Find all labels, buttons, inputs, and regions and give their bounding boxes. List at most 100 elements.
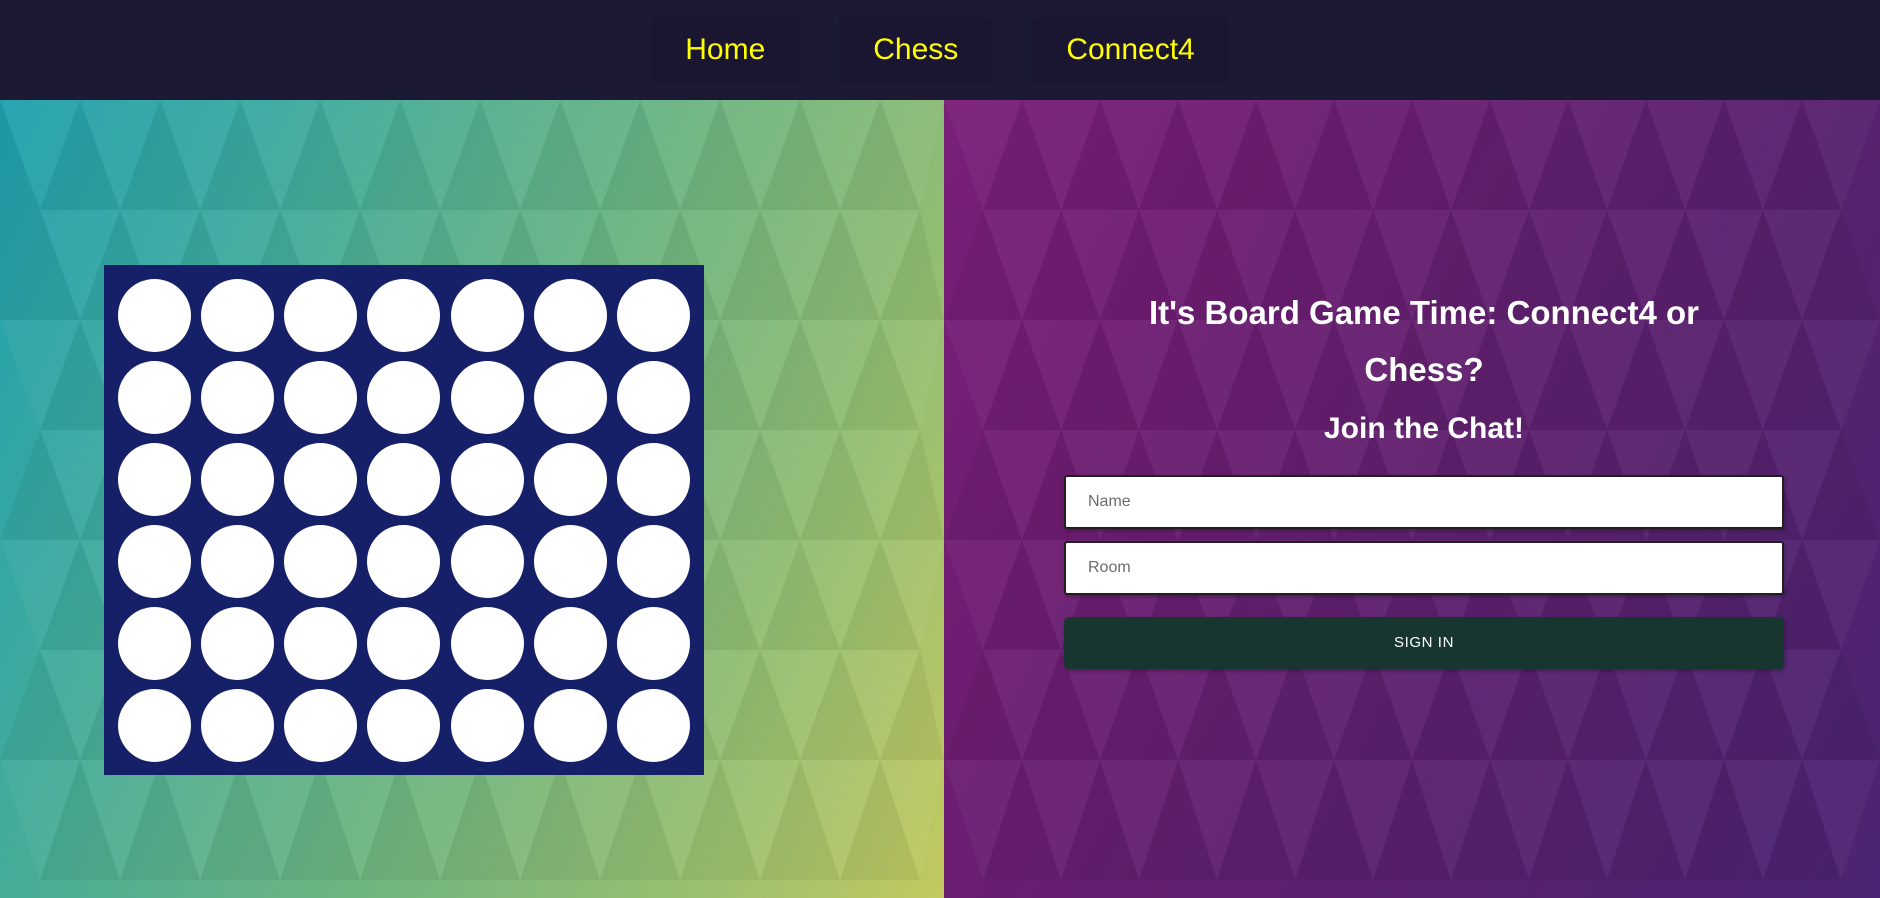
board-disc-empty [616, 688, 690, 762]
board-disc-empty [284, 688, 358, 762]
board-cell-r0-c0[interactable] [113, 274, 196, 356]
right-join-panel: It's Board Game Time: Connect4 or Chess?… [944, 100, 1880, 898]
left-game-panel [0, 100, 944, 898]
nav-item-home[interactable]: Home [651, 17, 800, 83]
board-cell-r5-c4[interactable] [446, 684, 529, 766]
board-cell-r3-c5[interactable] [529, 520, 612, 602]
board-disc-empty [533, 442, 607, 516]
board-cell-r1-c2[interactable] [279, 356, 362, 438]
board-cell-r2-c4[interactable] [446, 438, 529, 520]
board-cell-r0-c5[interactable] [529, 274, 612, 356]
board-disc-empty [118, 278, 192, 352]
main-navbar: Home Chess Connect4 [0, 0, 1880, 100]
board-cell-r3-c0[interactable] [113, 520, 196, 602]
board-cell-r1-c0[interactable] [113, 356, 196, 438]
board-disc-empty [118, 524, 192, 598]
room-input[interactable] [1064, 540, 1784, 595]
board-cell-r3-c2[interactable] [279, 520, 362, 602]
board-disc-empty [118, 688, 192, 762]
board-cell-r1-c3[interactable] [362, 356, 445, 438]
board-cell-r5-c6[interactable] [612, 684, 695, 766]
board-disc-empty [616, 360, 690, 434]
board-cell-r0-c4[interactable] [446, 274, 529, 356]
board-disc-empty [201, 524, 275, 598]
board-disc-empty [284, 524, 358, 598]
board-disc-empty [201, 278, 275, 352]
board-disc-empty [367, 524, 441, 598]
connect4-board[interactable] [104, 265, 704, 775]
board-disc-empty [118, 606, 192, 680]
nav-item-chess[interactable]: Chess [839, 17, 993, 83]
board-cell-r1-c6[interactable] [612, 356, 695, 438]
board-cell-r4-c3[interactable] [362, 602, 445, 684]
board-cell-r0-c2[interactable] [279, 274, 362, 356]
board-disc-empty [284, 360, 358, 434]
board-disc-empty [533, 606, 607, 680]
board-cell-r4-c6[interactable] [612, 602, 695, 684]
board-disc-empty [616, 606, 690, 680]
board-disc-empty [201, 606, 275, 680]
board-disc-empty [201, 688, 275, 762]
board-disc-empty [616, 278, 690, 352]
board-cell-r1-c5[interactable] [529, 356, 612, 438]
sign-in-button[interactable]: SIGN IN [1064, 616, 1784, 669]
nav-item-connect4-label: Connect4 [1066, 33, 1195, 66]
board-cell-r5-c1[interactable] [196, 684, 279, 766]
board-cell-r1-c1[interactable] [196, 356, 279, 438]
board-disc-empty [367, 688, 441, 762]
board-disc-empty [367, 360, 441, 434]
board-cell-r1-c4[interactable] [446, 356, 529, 438]
name-input[interactable] [1064, 474, 1784, 529]
board-disc-empty [367, 606, 441, 680]
split-stage: It's Board Game Time: Connect4 or Chess?… [0, 100, 1880, 898]
board-disc-empty [450, 688, 524, 762]
board-cell-r0-c6[interactable] [612, 274, 695, 356]
board-cell-r4-c4[interactable] [446, 602, 529, 684]
board-cell-r2-c2[interactable] [279, 438, 362, 520]
join-chat-subtitle: Join the Chat! [1324, 411, 1524, 445]
board-disc-empty [118, 360, 192, 434]
board-disc-empty [450, 524, 524, 598]
board-disc-empty [533, 524, 607, 598]
board-disc-empty [201, 442, 275, 516]
page-title: It's Board Game Time: Connect4 or Chess? [1148, 294, 1700, 388]
board-cell-r5-c0[interactable] [113, 684, 196, 766]
board-cell-r3-c1[interactable] [196, 520, 279, 602]
board-cell-r3-c3[interactable] [362, 520, 445, 602]
board-cell-r4-c2[interactable] [279, 602, 362, 684]
board-cell-r0-c1[interactable] [196, 274, 279, 356]
board-cell-r2-c6[interactable] [612, 438, 695, 520]
board-disc-empty [201, 360, 275, 434]
board-cell-r0-c3[interactable] [362, 274, 445, 356]
board-cell-r3-c6[interactable] [612, 520, 695, 602]
board-disc-empty [450, 278, 524, 352]
nav-item-home-label: Home [685, 33, 766, 66]
board-cell-r4-c0[interactable] [113, 602, 196, 684]
board-cell-r2-c1[interactable] [196, 438, 279, 520]
board-disc-empty [616, 524, 690, 598]
board-disc-empty [367, 442, 441, 516]
board-cell-r2-c0[interactable] [113, 438, 196, 520]
signin-form: SIGN IN [1064, 474, 1784, 669]
nav-item-chess-label: Chess [873, 33, 959, 66]
board-disc-empty [284, 442, 358, 516]
board-disc-empty [284, 278, 358, 352]
board-cell-r2-c3[interactable] [362, 438, 445, 520]
board-disc-empty [533, 360, 607, 434]
board-cell-r5-c5[interactable] [529, 684, 612, 766]
board-disc-empty [450, 360, 524, 434]
board-cell-r5-c3[interactable] [362, 684, 445, 766]
board-disc-empty [533, 278, 607, 352]
board-disc-empty [616, 442, 690, 516]
board-disc-empty [533, 688, 607, 762]
board-cell-r4-c1[interactable] [196, 602, 279, 684]
nav-item-connect4[interactable]: Connect4 [1032, 17, 1229, 83]
join-chat-panel: It's Board Game Time: Connect4 or Chess?… [1064, 285, 1784, 669]
board-cell-r4-c5[interactable] [529, 602, 612, 684]
board-disc-empty [284, 606, 358, 680]
board-disc-empty [118, 442, 192, 516]
board-disc-empty [450, 606, 524, 680]
board-cell-r2-c5[interactable] [529, 438, 612, 520]
board-cell-r5-c2[interactable] [279, 684, 362, 766]
board-cell-r3-c4[interactable] [446, 520, 529, 602]
